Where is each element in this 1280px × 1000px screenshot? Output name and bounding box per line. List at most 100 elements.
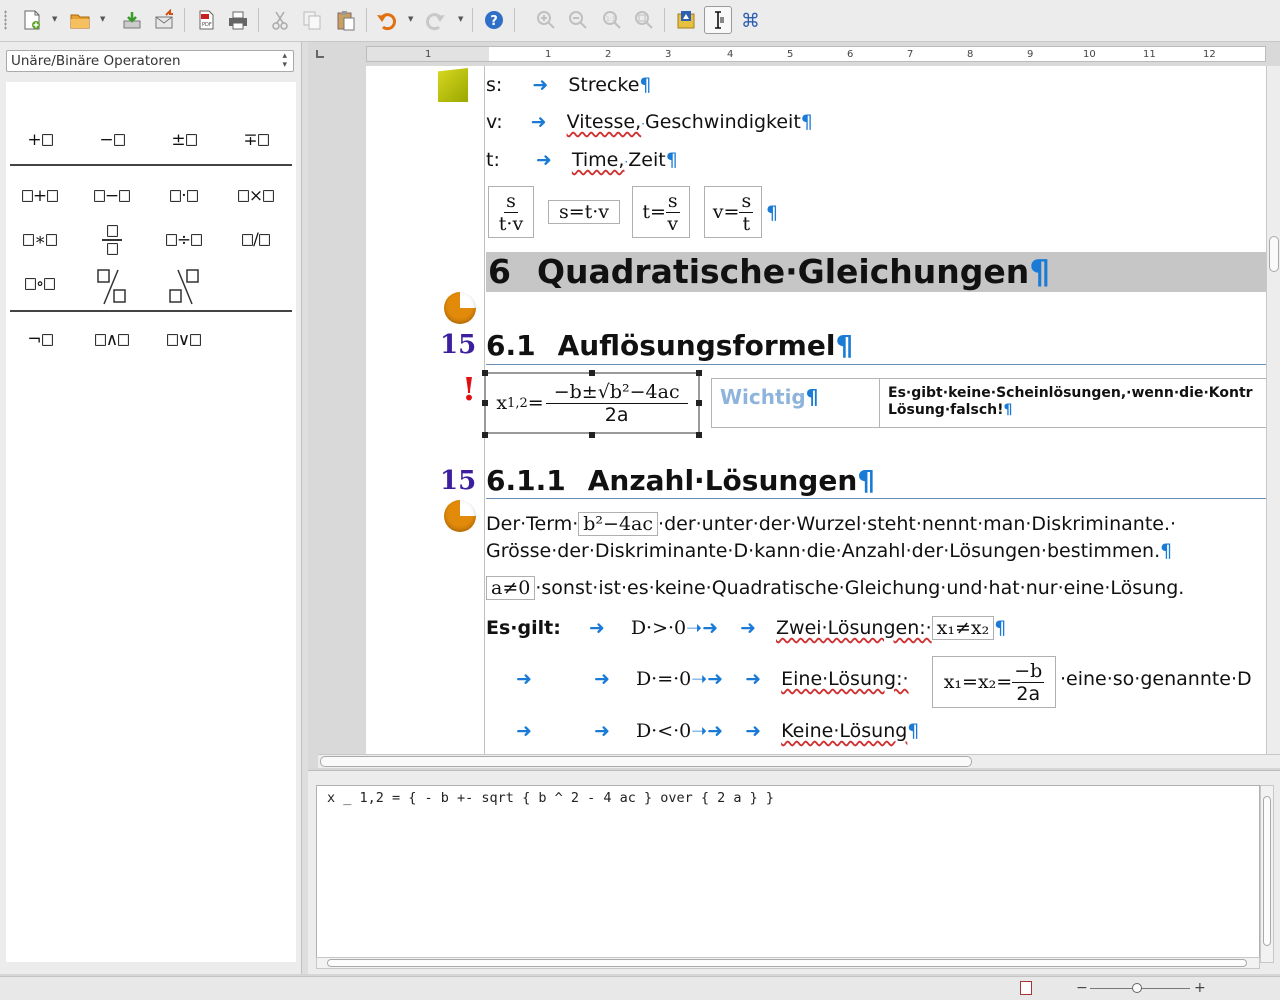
pilcrow-icon: ¶	[994, 617, 1007, 639]
update-icon[interactable]	[672, 6, 700, 34]
category-select[interactable]: Unäre/Binäre Operatoren ▴ ▾	[6, 50, 294, 72]
pie-marker-icon	[444, 292, 476, 324]
scroll-thumb[interactable]	[320, 756, 972, 767]
horizontal-ruler[interactable]: 1 1 2 3 4 5 6 7 8 9 10 11 12	[366, 46, 1266, 62]
resize-handle[interactable]	[696, 400, 702, 406]
ruler-label: 6	[847, 49, 854, 60]
margin-number: 15	[440, 466, 477, 496]
case-tail: ·eine·so·genannte·D	[1060, 668, 1252, 690]
op-fraction[interactable]	[82, 218, 142, 262]
op-unary-plus[interactable]: +	[10, 122, 70, 158]
tab-arrow-icon: ➝➜	[691, 720, 724, 742]
zoom-100-icon[interactable]: 1:1	[598, 6, 626, 34]
save-icon[interactable]	[118, 6, 146, 34]
elements-panel: Unäre/Binäre Operatoren ▴ ▾ + − ± ∓ + − ·…	[0, 42, 302, 974]
pie-marker-icon	[444, 500, 476, 532]
scroll-thumb[interactable]	[1269, 236, 1279, 272]
open-dropdown-icon[interactable]: ▼	[100, 16, 107, 23]
pilcrow-icon: ¶	[766, 202, 779, 224]
resize-handle[interactable]	[589, 370, 595, 376]
op-or[interactable]: ∨	[154, 322, 214, 358]
resize-handle[interactable]	[482, 370, 488, 376]
scroll-thumb[interactable]	[1263, 796, 1271, 946]
zoom-knob[interactable]	[1132, 983, 1142, 993]
new-icon[interactable]	[18, 6, 46, 34]
formula-command-text: x _ 1,2 = { - b +- sqrt { b ^ 2 - 4 ac }…	[327, 790, 775, 806]
cut-icon[interactable]	[266, 6, 294, 34]
paste-icon[interactable]	[332, 6, 360, 34]
tab-arrow-icon: ➜	[535, 149, 552, 171]
show-all-icon[interactable]	[630, 6, 658, 34]
help-icon[interactable]: ?	[480, 6, 508, 34]
op-slash[interactable]: /	[226, 222, 286, 258]
copy-icon[interactable]	[298, 6, 326, 34]
symbols-icon[interactable]: ⌘	[736, 6, 764, 34]
scroll-thumb[interactable]	[327, 959, 1247, 967]
op-multiply-dot[interactable]: ·	[154, 178, 214, 214]
tab-arrow-icon: ➝➜	[691, 668, 724, 690]
op-and[interactable]: ∧	[82, 322, 142, 358]
inline-formula[interactable]: b²−4ac	[578, 512, 659, 536]
op-asterisk[interactable]: ∗	[10, 222, 70, 258]
formula-object[interactable]: s t·v	[488, 186, 534, 238]
ruler-label: 12	[1203, 49, 1216, 60]
ruler-label: 1	[545, 49, 552, 60]
formula-command-editor[interactable]: x _ 1,2 = { - b +- sqrt { b ^ 2 - 4 ac }…	[316, 785, 1260, 963]
op-minus-plus[interactable]: ∓	[226, 122, 286, 158]
op-not[interactable]: ¬	[10, 322, 70, 358]
new-dropdown-icon[interactable]: ▼	[52, 16, 59, 23]
formula-object[interactable]: t= s v	[632, 186, 690, 238]
op-plus-minus[interactable]: ±	[154, 122, 214, 158]
toolbar-separator	[366, 8, 367, 32]
inline-formula[interactable]: a≠0	[486, 576, 536, 600]
resize-handle[interactable]	[482, 432, 488, 438]
op-divide[interactable]: ÷	[154, 222, 214, 258]
toolbar-separator	[184, 8, 185, 32]
pdf-icon[interactable]: PDF	[192, 6, 220, 34]
open-icon[interactable]	[66, 6, 94, 34]
op-subtract[interactable]: −	[82, 178, 142, 214]
formula-cursor-icon[interactable]	[704, 6, 732, 34]
resize-handle[interactable]	[482, 400, 488, 406]
export-icon[interactable]	[150, 6, 178, 34]
toolbar-grip[interactable]	[4, 10, 7, 30]
tab-arrow-icon: ➜	[745, 720, 762, 742]
resize-handle[interactable]	[696, 370, 702, 376]
zoom-out-button[interactable]: −	[1076, 980, 1088, 996]
tab-stop-selector[interactable]	[316, 50, 324, 58]
op-concat[interactable]: ∘	[10, 266, 70, 302]
inline-formula[interactable]: x₁≠x₂	[931, 616, 995, 640]
body-paragraph-line: Grösse·der·Diskriminante·D·kann·die·Anza…	[486, 540, 1173, 562]
op-wide-slash[interactable]	[82, 264, 142, 308]
op-unary-minus[interactable]: −	[82, 122, 142, 158]
case-line: ➜ ➜ D·<·0➝➜ ➜ Keine·Lösung¶	[516, 720, 920, 742]
resize-handle[interactable]	[696, 432, 702, 438]
formula-object[interactable]: x₁=x₂= −b 2a	[932, 656, 1056, 708]
document-horizontal-scrollbar[interactable]	[318, 754, 1280, 768]
ops-separator	[10, 164, 292, 166]
document-modified-icon[interactable]	[1020, 981, 1032, 995]
important-title: Wichtig¶	[712, 379, 880, 427]
print-icon[interactable]	[224, 6, 252, 34]
command-horizontal-scrollbar[interactable]	[316, 957, 1260, 969]
document-page[interactable]: s: ➜ Strecke¶ v: ➜ Vitesse,·Geschwindigk…	[366, 66, 1266, 754]
zoom-in-button[interactable]: +	[1194, 980, 1206, 996]
undo-icon[interactable]	[372, 6, 400, 34]
formula-object[interactable]: v= s t	[704, 186, 762, 238]
op-wide-backslash[interactable]	[154, 264, 214, 308]
heading-underline	[486, 498, 1266, 499]
selected-formula-object[interactable]: x 1,2 = −b±√b²−4ac 2a	[484, 372, 700, 434]
zoom-slider[interactable]: − +	[1076, 980, 1206, 996]
redo-dropdown-icon[interactable]: ▼	[458, 16, 465, 23]
document-vertical-scrollbar[interactable]	[1266, 66, 1280, 756]
zoom-in-icon[interactable]	[532, 6, 560, 34]
zoom-out-icon[interactable]	[564, 6, 592, 34]
undo-dropdown-icon[interactable]: ▼	[408, 16, 415, 23]
margin-number: 15	[440, 330, 477, 360]
command-vertical-scrollbar[interactable]	[1260, 785, 1274, 963]
op-add[interactable]: +	[10, 178, 70, 214]
op-multiply-cross[interactable]: ×	[226, 178, 286, 214]
redo-icon[interactable]	[422, 6, 450, 34]
formula-object[interactable]: s=t·v	[548, 200, 620, 224]
resize-handle[interactable]	[589, 432, 595, 438]
